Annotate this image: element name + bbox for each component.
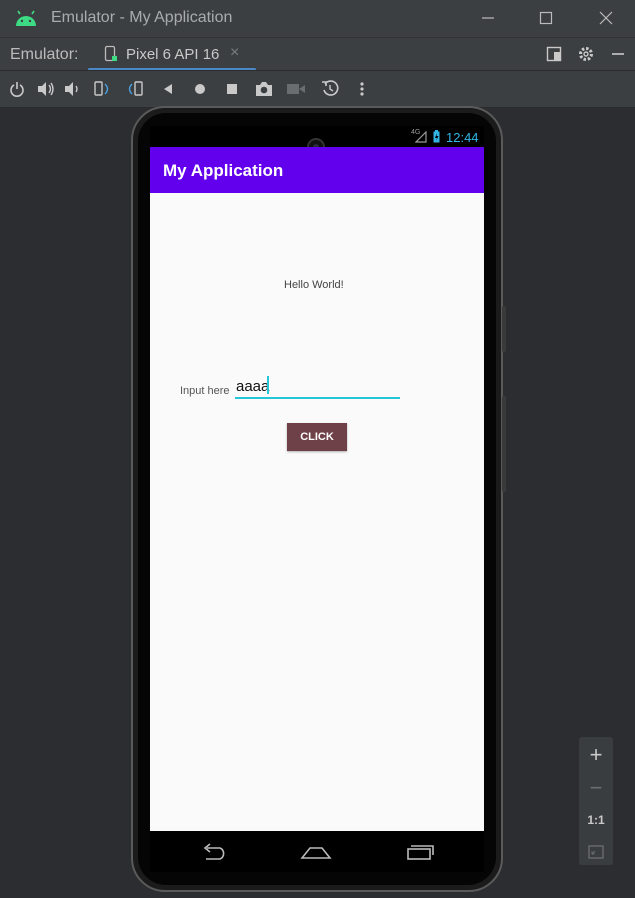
snapshot-button[interactable] (320, 79, 340, 99)
video-icon (287, 84, 305, 94)
hide-panel-icon[interactable] (610, 46, 626, 62)
nav-recents-button[interactable] (403, 841, 437, 863)
home-outline-icon (300, 847, 332, 859)
window-titlebar: Emulator - My Application (0, 0, 635, 37)
android-icon (16, 10, 36, 26)
volume-down-icon (65, 82, 78, 96)
device-icon (104, 45, 117, 62)
zoom-in-button[interactable]: + (579, 740, 613, 770)
hello-text: Hello World! (284, 279, 344, 291)
rotate-right-button[interactable] (125, 79, 145, 99)
signal-icon (415, 131, 427, 143)
snapshot-icon (322, 80, 339, 96)
recents-icon (407, 845, 434, 860)
back-icon (164, 84, 172, 94)
minimize-icon (482, 17, 494, 19)
rotate-left-button[interactable] (92, 79, 112, 99)
emulator-label: Emulator: (10, 46, 79, 63)
nav-home-button[interactable] (299, 841, 333, 863)
home-icon (195, 84, 205, 94)
volume-up-button[interactable] (36, 79, 56, 99)
app-bar: My Application (150, 147, 484, 193)
emulator-toolbar (0, 70, 635, 108)
close-window-button[interactable] (584, 4, 628, 32)
maximize-button[interactable] (524, 4, 568, 32)
side-volume-key[interactable] (502, 396, 506, 492)
layout-icon[interactable] (546, 46, 562, 62)
power-button[interactable] (7, 79, 27, 99)
minimize-button[interactable] (466, 4, 510, 32)
window-title: Emulator - My Application (51, 9, 233, 26)
power-icon (10, 82, 24, 97)
maximize-icon (539, 11, 553, 25)
gear-icon[interactable] (577, 45, 595, 63)
volume-up-icon (38, 82, 54, 96)
volume-down-button[interactable] (62, 79, 82, 99)
overview-button[interactable] (222, 79, 242, 99)
tab-label: Pixel 6 API 16 (126, 46, 220, 63)
emulator-tabbar: Emulator: Pixel 6 API 16 × (0, 37, 635, 71)
rotate-right-icon (128, 81, 143, 96)
camera-icon (256, 82, 272, 96)
zoom-fit-button[interactable] (579, 837, 613, 867)
text-caret (267, 376, 269, 394)
app-screen: Hello World! Input here CLICK (150, 193, 484, 831)
back-button[interactable] (158, 79, 178, 99)
status-clock: 12:44 (446, 130, 479, 145)
screenshot-button[interactable] (254, 79, 274, 99)
zoom-actual-size-button[interactable]: 1:1 (579, 805, 613, 835)
app-title: My Application (163, 161, 284, 180)
text-input[interactable] (235, 375, 400, 399)
zoom-out-button[interactable]: − (579, 773, 613, 803)
battery-icon (433, 130, 440, 143)
side-power-key[interactable] (502, 306, 506, 352)
input-label: Input here (180, 385, 230, 397)
more-icon (360, 82, 364, 96)
tab-close-icon[interactable]: × (230, 44, 239, 62)
zoom-panel: + − 1:1 (579, 737, 613, 865)
record-button[interactable] (286, 79, 306, 99)
tab-pixel-6-api-16[interactable]: Pixel 6 API 16 × (88, 38, 256, 71)
navigation-bar (150, 831, 484, 872)
back-arrow-icon (203, 843, 225, 860)
nav-back-button[interactable] (198, 841, 232, 863)
more-button[interactable] (352, 79, 372, 99)
click-button[interactable]: CLICK (287, 423, 347, 451)
overview-icon (227, 84, 237, 94)
home-button[interactable] (190, 79, 210, 99)
rotate-left-icon (94, 81, 109, 96)
close-icon (599, 11, 613, 25)
fit-screen-icon (588, 845, 604, 859)
